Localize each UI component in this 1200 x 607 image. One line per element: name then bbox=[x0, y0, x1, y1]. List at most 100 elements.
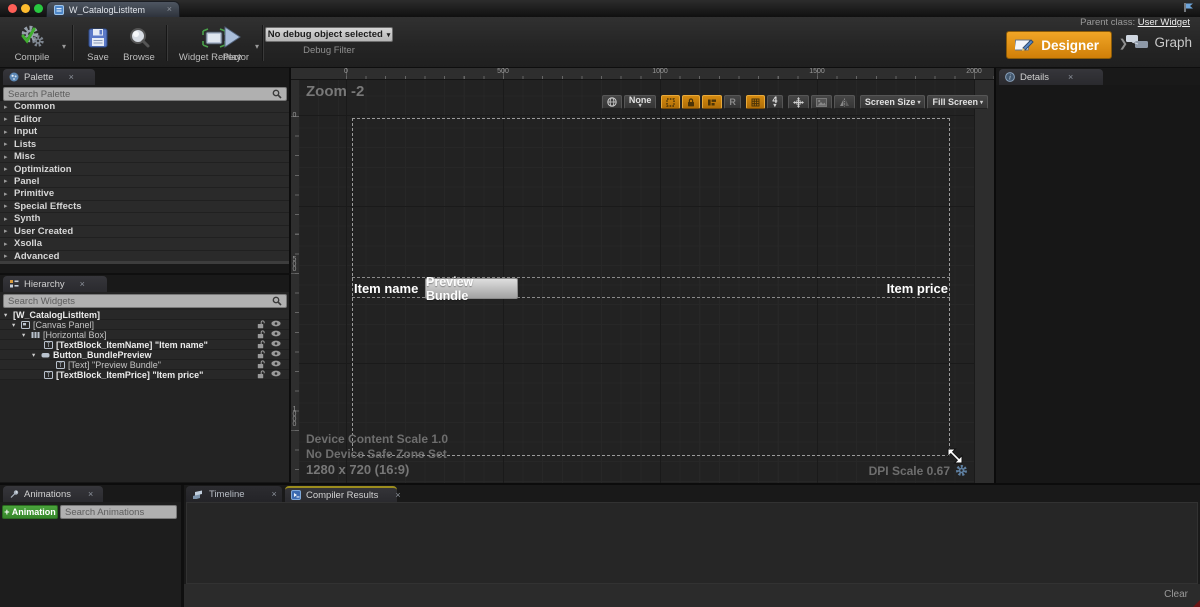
expander-icon[interactable]: ▸ bbox=[4, 177, 10, 185]
visibility-eye-icon[interactable] bbox=[271, 320, 281, 329]
close-icon[interactable]: × bbox=[395, 491, 400, 500]
search-palette-input[interactable] bbox=[8, 89, 268, 100]
dpi-settings-gear-icon[interactable] bbox=[955, 464, 968, 477]
lock-icon[interactable] bbox=[257, 340, 265, 349]
lock-icon[interactable] bbox=[257, 350, 265, 359]
tab-compiler-results[interactable]: Compiler Results × bbox=[285, 486, 397, 502]
preview-bundle-button[interactable]: Preview Bundle bbox=[425, 278, 518, 299]
layout-guides-button[interactable] bbox=[702, 95, 722, 109]
transform-widget-button[interactable] bbox=[788, 95, 809, 109]
expander-icon[interactable]: ▸ bbox=[4, 115, 10, 123]
tab-animations[interactable]: Animations × bbox=[3, 486, 103, 502]
lock-icon[interactable] bbox=[257, 370, 265, 379]
search-widgets-input[interactable] bbox=[8, 296, 268, 307]
tab-hierarchy[interactable]: Hierarchy × bbox=[3, 276, 107, 292]
tree-row-text-previewbundle[interactable]: T [Text] "Preview Bundle" bbox=[0, 360, 289, 370]
visibility-eye-icon[interactable] bbox=[271, 330, 281, 339]
palette-category-common[interactable]: ▸Common bbox=[0, 101, 289, 113]
expander-icon[interactable]: ▸ bbox=[4, 252, 10, 260]
compiler-results-log[interactable] bbox=[186, 502, 1198, 584]
window-close-button[interactable] bbox=[8, 4, 17, 13]
window-minimize-button[interactable] bbox=[21, 4, 30, 13]
close-icon[interactable]: × bbox=[69, 73, 74, 82]
add-animation-button[interactable]: + Animation bbox=[2, 505, 58, 519]
palette-scrollbar[interactable] bbox=[0, 261, 289, 264]
expander-icon[interactable]: ▸ bbox=[4, 103, 10, 111]
palette-category-user-created[interactable]: ▸User Created bbox=[0, 226, 289, 238]
expander-icon[interactable]: ▸ bbox=[4, 190, 10, 198]
tab-palette[interactable]: Palette × bbox=[3, 69, 95, 85]
visibility-eye-icon[interactable] bbox=[271, 360, 281, 369]
fill-screen-dropdown[interactable]: Fill Screen▾ bbox=[927, 95, 988, 109]
item-name-textblock[interactable]: Item name bbox=[354, 278, 418, 299]
expander-icon[interactable]: ▾ bbox=[32, 351, 38, 359]
palette-category-special-effects[interactable]: ▸Special Effects bbox=[0, 201, 289, 213]
localization-language-dropdown[interactable]: None▾ bbox=[624, 95, 657, 109]
close-icon[interactable]: × bbox=[80, 280, 85, 289]
tree-row-root[interactable]: ▾ [W_CatalogListItem] bbox=[0, 310, 289, 320]
play-button[interactable]: Play bbox=[212, 23, 252, 63]
expander-icon[interactable]: ▸ bbox=[4, 165, 10, 173]
palette-category-synth[interactable]: ▸Synth bbox=[0, 213, 289, 225]
close-icon[interactable]: × bbox=[167, 5, 172, 14]
tab-timeline[interactable]: Timeline × bbox=[186, 486, 282, 502]
respect-locks-button[interactable] bbox=[682, 95, 700, 109]
rotation-mode-button[interactable]: R bbox=[724, 95, 741, 109]
item-price-textblock[interactable]: Item price bbox=[887, 278, 948, 299]
expander-icon[interactable]: ▾ bbox=[12, 321, 18, 329]
palette-category-xsolla[interactable]: ▸Xsolla bbox=[0, 238, 289, 250]
tree-row-textblock-itemname[interactable]: T [TextBlock_ItemName] "Item name" bbox=[0, 340, 289, 350]
expander-icon[interactable]: ▸ bbox=[4, 202, 10, 210]
expander-icon[interactable]: ▾ bbox=[22, 331, 28, 339]
expander-icon[interactable]: ▾ bbox=[4, 311, 10, 319]
save-button[interactable]: Save bbox=[80, 23, 116, 63]
compile-options-caret-icon[interactable]: ▾ bbox=[62, 42, 66, 51]
localization-preview-button[interactable] bbox=[602, 95, 622, 109]
expander-icon[interactable]: ▸ bbox=[4, 240, 10, 248]
tree-row-textblock-itemprice[interactable]: T [TextBlock_ItemPrice] "Item price" bbox=[0, 370, 289, 380]
graph-mode-button[interactable]: Graph bbox=[1125, 33, 1192, 51]
asset-tab[interactable]: W_CatalogListItem × bbox=[46, 1, 180, 17]
lock-icon[interactable] bbox=[257, 320, 265, 329]
parent-class-link[interactable]: User Widget bbox=[1138, 17, 1190, 28]
designer-mode-button[interactable]: Designer bbox=[1006, 31, 1112, 59]
toggle-outlines-button[interactable] bbox=[661, 95, 680, 109]
play-options-caret-icon[interactable]: ▾ bbox=[255, 42, 259, 51]
tree-row-button-bundlepreview[interactable]: ▾ Button_BundlePreview bbox=[0, 350, 289, 360]
snap-grid-size-dropdown[interactable]: 4▾ bbox=[767, 95, 783, 109]
expander-icon[interactable]: ▸ bbox=[4, 215, 10, 223]
visibility-eye-icon[interactable] bbox=[271, 370, 281, 379]
close-icon[interactable]: × bbox=[88, 490, 93, 499]
snap-grid-toggle-button[interactable] bbox=[746, 95, 765, 109]
tab-details[interactable]: i Details × bbox=[999, 69, 1103, 85]
palette-category-primitive[interactable]: ▸Primitive bbox=[0, 188, 289, 200]
palette-category-optimization[interactable]: ▸Optimization bbox=[0, 163, 289, 175]
search-animations-input[interactable] bbox=[65, 507, 197, 518]
horizontal-box-outline[interactable]: Item name Preview Bundle Item price bbox=[352, 277, 950, 298]
debug-object-dropdown[interactable]: No debug object selected ▾ bbox=[265, 27, 393, 42]
palette-category-panel[interactable]: ▸Panel bbox=[0, 176, 289, 188]
expander-icon[interactable]: ▸ bbox=[4, 153, 10, 161]
palette-category-editor[interactable]: ▸Editor bbox=[0, 113, 289, 125]
compile-button[interactable]: Compile bbox=[6, 23, 58, 63]
palette-category-input[interactable]: ▸Input bbox=[0, 126, 289, 138]
design-canvas[interactable]: Zoom -2 None▾ R 4▾ Screen Size▾ Fill Scr… bbox=[299, 80, 994, 485]
clear-log-button[interactable]: Clear bbox=[1164, 589, 1188, 600]
close-icon[interactable]: × bbox=[1068, 73, 1073, 82]
flip-preview-button[interactable] bbox=[834, 95, 855, 109]
window-resize-grip[interactable] bbox=[1193, 600, 1200, 607]
expander-icon[interactable]: ▸ bbox=[4, 128, 10, 136]
visibility-eye-icon[interactable] bbox=[271, 350, 281, 359]
lock-icon[interactable] bbox=[257, 330, 265, 339]
palette-category-lists[interactable]: ▸Lists bbox=[0, 138, 289, 150]
visibility-eye-icon[interactable] bbox=[271, 340, 281, 349]
palette-category-misc[interactable]: ▸Misc bbox=[0, 151, 289, 163]
close-icon[interactable]: × bbox=[272, 490, 277, 499]
tree-row-canvas-panel[interactable]: ▾ [Canvas Panel] bbox=[0, 320, 289, 330]
expander-icon[interactable]: ▸ bbox=[4, 227, 10, 235]
tree-row-horizontal-box[interactable]: ▾ [Horizontal Box] bbox=[0, 330, 289, 340]
expander-icon[interactable]: ▸ bbox=[4, 140, 10, 148]
preview-background-button[interactable] bbox=[811, 95, 832, 109]
browse-button[interactable]: Browse bbox=[118, 23, 160, 63]
lock-icon[interactable] bbox=[257, 360, 265, 369]
